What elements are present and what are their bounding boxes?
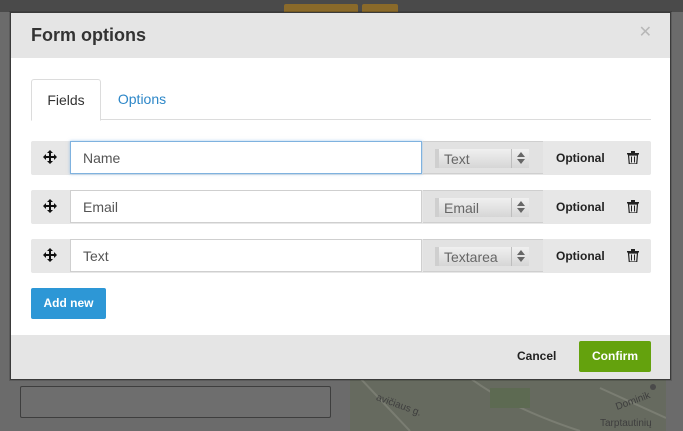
select-value: Textarea — [444, 249, 498, 265]
drag-handle[interactable] — [31, 141, 69, 175]
field-type-select[interactable]: Text — [423, 141, 543, 174]
trash-icon[interactable] — [627, 200, 639, 213]
optional-toggle[interactable]: Optional — [556, 200, 605, 214]
map-label: Tarptautinių — [600, 418, 652, 429]
field-row-name: Text Optional — [31, 141, 651, 175]
modal-header: Form options ✕ — [11, 13, 670, 58]
modal-footer: Cancel Confirm — [11, 335, 670, 379]
select-value: Email — [444, 200, 480, 216]
field-type-select[interactable]: Textarea — [423, 239, 543, 272]
confirm-button[interactable]: Confirm — [579, 341, 651, 372]
field-row-email: Email Optional — [31, 190, 651, 224]
add-new-button[interactable]: Add new — [31, 288, 106, 319]
move-icon — [43, 199, 57, 213]
updown-arrow-icon — [517, 201, 525, 213]
updown-arrow-icon — [517, 250, 525, 262]
field-type-select[interactable]: Email — [423, 190, 543, 223]
background-input — [20, 386, 331, 418]
tab-fields[interactable]: Fields — [31, 79, 101, 121]
field-text-input[interactable] — [70, 239, 422, 272]
tab-bar: Fields Options — [31, 79, 651, 121]
optional-toggle[interactable]: Optional — [556, 151, 605, 165]
select-value: Text — [444, 151, 470, 167]
optional-toggle[interactable]: Optional — [556, 249, 605, 263]
trash-icon[interactable] — [627, 151, 639, 164]
close-icon[interactable]: ✕ — [639, 25, 652, 41]
background-map: avičiaus g. Tarptautinių Dominik — [350, 378, 666, 431]
cancel-button[interactable]: Cancel — [517, 349, 556, 363]
field-email-input[interactable] — [70, 190, 422, 223]
form-options-modal: Form options ✕ Fields Options Text Optio… — [10, 12, 671, 380]
modal-title: Form options — [31, 25, 146, 45]
updown-arrow-icon — [517, 152, 525, 164]
trash-icon[interactable] — [627, 249, 639, 262]
move-icon — [43, 248, 57, 262]
field-name-input[interactable] — [70, 141, 422, 174]
drag-handle[interactable] — [31, 190, 69, 224]
map-marker — [650, 384, 656, 390]
move-icon — [43, 150, 57, 164]
tab-options[interactable]: Options — [109, 79, 175, 120]
field-row-text: Textarea Optional — [31, 239, 651, 273]
drag-handle[interactable] — [31, 239, 69, 273]
